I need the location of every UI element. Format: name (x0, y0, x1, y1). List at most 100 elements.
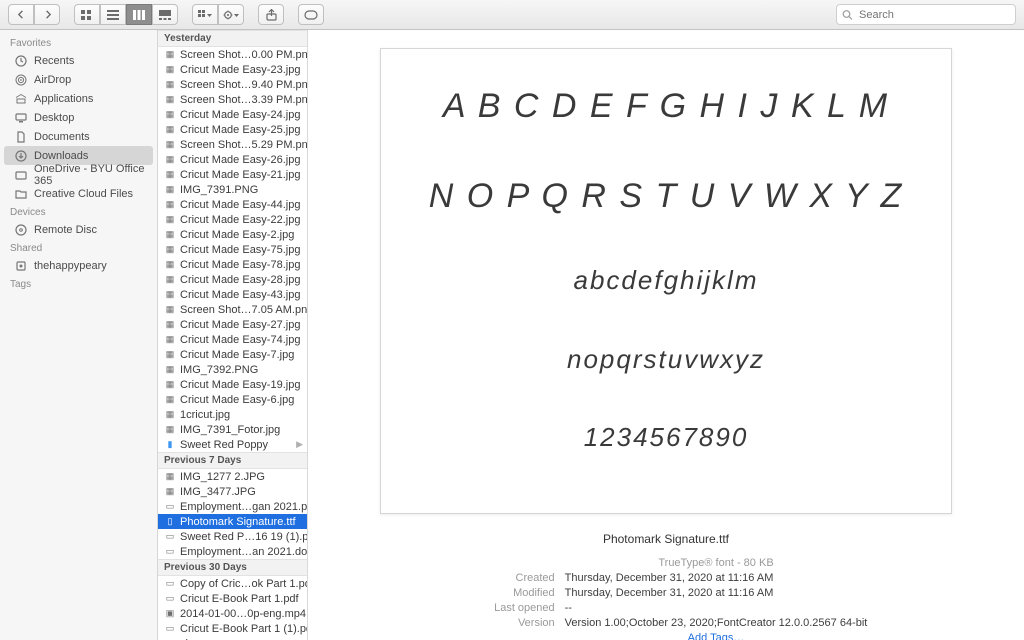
file-item[interactable]: ▦IMG_3477.JPG (158, 484, 307, 499)
sidebar-item-airdrop[interactable]: AirDrop (0, 70, 157, 89)
file-item[interactable]: ▦Cricut Made Easy-2.jpg (158, 227, 307, 242)
file-item[interactable]: ▦IMG_7392.PNG (158, 362, 307, 377)
preview-pane: A B C D E F G H I J K L M N O P Q R S T … (308, 30, 1024, 640)
file-item[interactable]: ▦Cricut Made Easy-28.jpg (158, 272, 307, 287)
cloud-icon (14, 169, 28, 181)
file-name: Cricut Made Easy-19.jpg (180, 379, 300, 391)
arrange-menu[interactable] (192, 4, 218, 25)
sidebar: FavoritesRecentsAirDropApplicationsDeskt… (0, 30, 158, 640)
file-item[interactable]: ▦Screen Shot…9.40 PM.png (158, 77, 307, 92)
file-name: Cricut Made Easy-43.jpg (180, 289, 300, 301)
file-item[interactable]: ▭Cricut E-Book Part 1 (1).pdf (158, 621, 307, 636)
file-name: Employment…an 2021.docx (180, 546, 307, 558)
file-item[interactable]: ▭Employment…an 2021.docx (158, 544, 307, 559)
file-name: IMG_7391.PNG (180, 184, 258, 196)
meta-value: Version 1.00;October 23, 2020;FontCreato… (565, 616, 868, 631)
file-item[interactable]: ▮Sweet Red Poppy▶ (158, 437, 307, 452)
file-item[interactable]: ▦ Cricut Made Easy-43.jpg (158, 287, 307, 302)
img-icon: ▦ (164, 289, 176, 301)
icon-view[interactable] (74, 4, 100, 25)
file-item[interactable]: ▭Sweet Red P…16 19 (1).pdf (158, 529, 307, 544)
gallery-view[interactable] (152, 4, 178, 25)
clock-icon (14, 55, 28, 67)
file-item[interactable]: ▦Screen Shot…7.05 AM.png (158, 302, 307, 317)
file-name: Sweet Red P…16 19 (1).pdf (180, 531, 307, 543)
file-item[interactable]: ▦Cricut Made Easy-27.jpg (158, 317, 307, 332)
sidebar-item-label: OneDrive - BYU Office 365 (34, 163, 147, 187)
sidebar-item-onedrive-byu-office-365[interactable]: OneDrive - BYU Office 365 (0, 165, 157, 184)
img-icon: ▦ (164, 334, 176, 346)
file-name: Copy of Cric…ok Part 1.pdf (180, 578, 307, 590)
file-item[interactable]: ▦Screen Shot…0.00 PM.png (158, 47, 307, 62)
file-name: IMG_7392.PNG (180, 364, 258, 376)
file-name: Screen Shot…0.00 PM.png (180, 49, 307, 61)
sidebar-item-documents[interactable]: Documents (0, 127, 157, 146)
preview-lower-2: nopqrstuvwxyz (567, 341, 765, 377)
file-item[interactable]: ▦IMG_7391_Fotor.jpg (158, 422, 307, 437)
file-item[interactable]: ▦Cricut Made Easy-44.jpg (158, 197, 307, 212)
file-item[interactable]: ▦Cricut Made Easy-6.jpg (158, 392, 307, 407)
file-item[interactable]: ▦ Cricut Made Easy-19.jpg (158, 377, 307, 392)
sidebar-section-shared: Shared (0, 239, 157, 256)
search-input[interactable] (836, 4, 1016, 25)
img-icon: ▦ (164, 169, 176, 181)
action-menu[interactable] (218, 4, 244, 25)
sidebar-item-label: Remote Disc (34, 224, 97, 236)
img-icon: ▦ (164, 94, 176, 106)
file-item[interactable]: ▦ 1cricut.jpg (158, 407, 307, 422)
file-item[interactable]: ▦Cricut Made Easy-78.jpg (158, 257, 307, 272)
file-item[interactable]: ▦IMG_7391.PNG (158, 182, 307, 197)
sidebar-item-creative-cloud-files[interactable]: Creative Cloud Files (0, 184, 157, 203)
img-icon: ▦ (164, 409, 176, 421)
doc-icon (14, 131, 28, 143)
pdf-icon: ▭ (164, 501, 176, 513)
file-item[interactable]: ▦Cricut Made Easy-22.jpg (158, 212, 307, 227)
sidebar-item-recents[interactable]: Recents (0, 51, 157, 70)
file-name: Employment…gan 2021.pdf (180, 501, 307, 513)
airdrop-icon (14, 74, 28, 86)
file-item[interactable]: ▭Cricut E-Book Part 1.pdf (158, 591, 307, 606)
file-item[interactable]: ▦Cricut Made Easy-24.jpg (158, 107, 307, 122)
back-button[interactable] (8, 4, 34, 25)
file-name: Cricut Made Easy-25.jpg (180, 124, 300, 136)
file-item[interactable]: ▯Photomark Signature.ttf (158, 514, 307, 529)
file-item[interactable]: ▦Cricut Made Easy-75.jpg (158, 242, 307, 257)
tags-button[interactable] (298, 4, 324, 25)
list-view[interactable] (100, 4, 126, 25)
sidebar-item-desktop[interactable]: Desktop (0, 108, 157, 127)
column-view[interactable] (126, 4, 152, 25)
file-name: Cricut E-Book Part 1 (1).pdf (180, 623, 307, 635)
file-list: Yesterday▦Screen Shot…0.00 PM.png▦Cricut… (158, 30, 308, 640)
preview-filename: Photomark Signature.ttf (603, 532, 729, 546)
add-tags-link[interactable]: Add Tags… (688, 631, 745, 640)
img-icon: ▦ (164, 379, 176, 391)
file-item[interactable]: ▦Screen Shot…5.29 PM.png (158, 137, 307, 152)
sidebar-item-thehappypeary[interactable]: thehappypeary (0, 256, 157, 275)
img-icon: ▦ (164, 229, 176, 241)
img-icon: ▦ (164, 349, 176, 361)
file-item[interactable]: ▣2014-01-00…0p-eng.mp4 (158, 606, 307, 621)
img-icon: ▦ (164, 79, 176, 91)
font-preview-sheet: A B C D E F G H I J K L M N O P Q R S T … (380, 48, 952, 514)
file-item[interactable]: ▭ Employment…gan 2021.pdf (158, 499, 307, 514)
img-icon: ▦ (164, 139, 176, 151)
file-item[interactable]: ▦Cricut Made Easy-74.jpg (158, 332, 307, 347)
forward-button[interactable] (34, 4, 60, 25)
share-button[interactable] (258, 4, 284, 25)
sidebar-item-applications[interactable]: Applications (0, 89, 157, 108)
file-item[interactable]: ▦Cricut Made Easy-7.jpg (158, 347, 307, 362)
sidebar-item-label: Downloads (34, 150, 88, 162)
file-item[interactable]: ▦Cricut Made Easy-23.jpg (158, 62, 307, 77)
img-icon: ▦ (164, 424, 176, 436)
file-name: Cricut E-Book Part 1.pdf (180, 593, 299, 605)
file-item[interactable]: ▦Cricut Made Easy-21.jpg (158, 167, 307, 182)
sidebar-item-remote-disc[interactable]: Remote Disc (0, 220, 157, 239)
file-item[interactable]: ≡sip (158, 636, 307, 640)
file-name: 1cricut.jpg (180, 409, 230, 421)
file-item[interactable]: ▦IMG_1277 2.JPG (158, 469, 307, 484)
file-item[interactable]: ▦Screen Shot…3.39 PM.png (158, 92, 307, 107)
file-item[interactable]: ▭Copy of Cric…ok Part 1.pdf (158, 576, 307, 591)
file-item[interactable]: ▦Cricut Made Easy-25.jpg (158, 122, 307, 137)
file-name: Cricut Made Easy-26.jpg (180, 154, 300, 166)
file-item[interactable]: ▦Cricut Made Easy-26.jpg (158, 152, 307, 167)
